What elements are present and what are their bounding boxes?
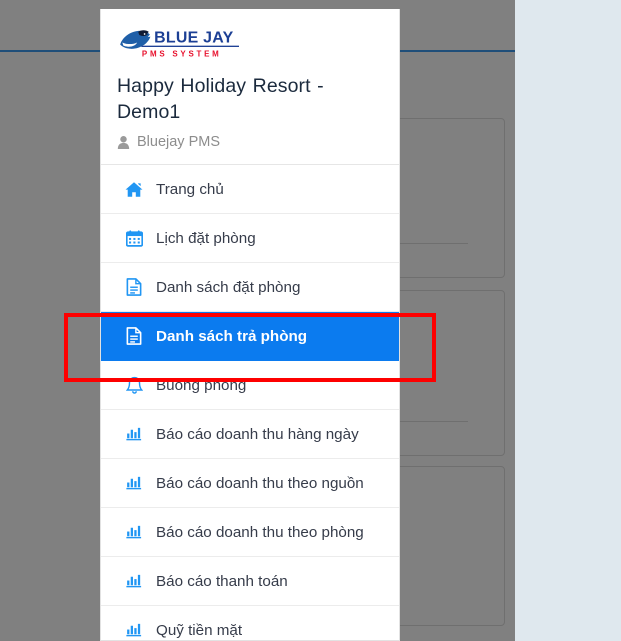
- panel-header: BLUE JAY PMS SYSTEM Happy Holiday Resort…: [101, 9, 399, 165]
- sidebar-item-label: Danh sách trả phòng: [156, 327, 308, 345]
- user-icon: [117, 135, 130, 150]
- sidebar-item-label: Danh sách đặt phòng: [156, 278, 301, 296]
- sidebar-item-label: Báo cáo doanh thu hàng ngày: [156, 425, 359, 443]
- sidebar-item-trang-chu[interactable]: Trang chủ: [101, 165, 399, 214]
- bar-chart-icon: [125, 474, 143, 492]
- account-name: Bluejay PMS: [137, 134, 221, 150]
- sidebar-item-label: Buồng phòng: [156, 376, 247, 394]
- navigation-menu: Trang chủ Lịch đặt phòng Danh sách đặt phò…: [101, 165, 399, 640]
- sidebar-item-bao-cao-doanh-thu-theo-phong[interactable]: Báo cáo doanh thu theo phòng: [101, 508, 399, 557]
- home-icon: [125, 180, 143, 198]
- bar-chart-icon: [125, 425, 143, 443]
- blue-jay-logo: BLUE JAY PMS SYSTEM: [120, 29, 239, 58]
- sidebar-item-label: Báo cáo thanh toán: [156, 572, 288, 590]
- sidebar-item-label: Quỹ tiền mặt: [156, 621, 243, 639]
- bar-chart-icon: [125, 572, 143, 590]
- calendar-icon: [125, 229, 143, 247]
- page-title: Happy Holiday Resort - Demo1: [117, 75, 324, 123]
- sidebar-item-label: Báo cáo doanh thu theo nguồn: [156, 474, 364, 492]
- navigation-dropdown-panel: BLUE JAY PMS SYSTEM Happy Holiday Resort…: [100, 9, 400, 641]
- sidebar-item-quy-tien-mat[interactable]: Quỹ tiền mặt: [101, 606, 399, 640]
- bar-chart-icon: [125, 523, 143, 541]
- sidebar-item-bao-cao-thanh-toan[interactable]: Báo cáo thanh toán: [101, 557, 399, 606]
- account-row: Bluejay PMS: [117, 134, 383, 150]
- bell-icon: [125, 376, 143, 394]
- sidebar-item-danh-sach-dat-phong[interactable]: Danh sách đặt phòng: [101, 263, 399, 312]
- sidebar-item-label: Báo cáo doanh thu theo phòng: [156, 523, 364, 541]
- svg-text:PMS SYSTEM: PMS SYSTEM: [142, 49, 222, 58]
- svg-text:BLUE JAY: BLUE JAY: [154, 29, 233, 46]
- sidebar-item-buong-phong[interactable]: Buồng phòng: [101, 361, 399, 410]
- sidebar-item-bao-cao-doanh-thu-theo-nguon[interactable]: Báo cáo doanh thu theo nguồn: [101, 459, 399, 508]
- sidebar-item-label: Trang chủ: [156, 180, 224, 198]
- sidebar-item-danh-sach-tra-phong[interactable]: Danh sách trả phòng: [101, 312, 399, 361]
- sidebar-item-bao-cao-doanh-thu-hang-ngay[interactable]: Báo cáo doanh thu hàng ngày: [101, 410, 399, 459]
- document-icon: [125, 278, 143, 296]
- sidebar-item-lich-dat-phong[interactable]: Lịch đặt phòng: [101, 214, 399, 263]
- sidebar-item-label: Lịch đặt phòng: [156, 229, 256, 247]
- bar-chart-icon: [125, 621, 143, 639]
- document-icon: [125, 327, 143, 345]
